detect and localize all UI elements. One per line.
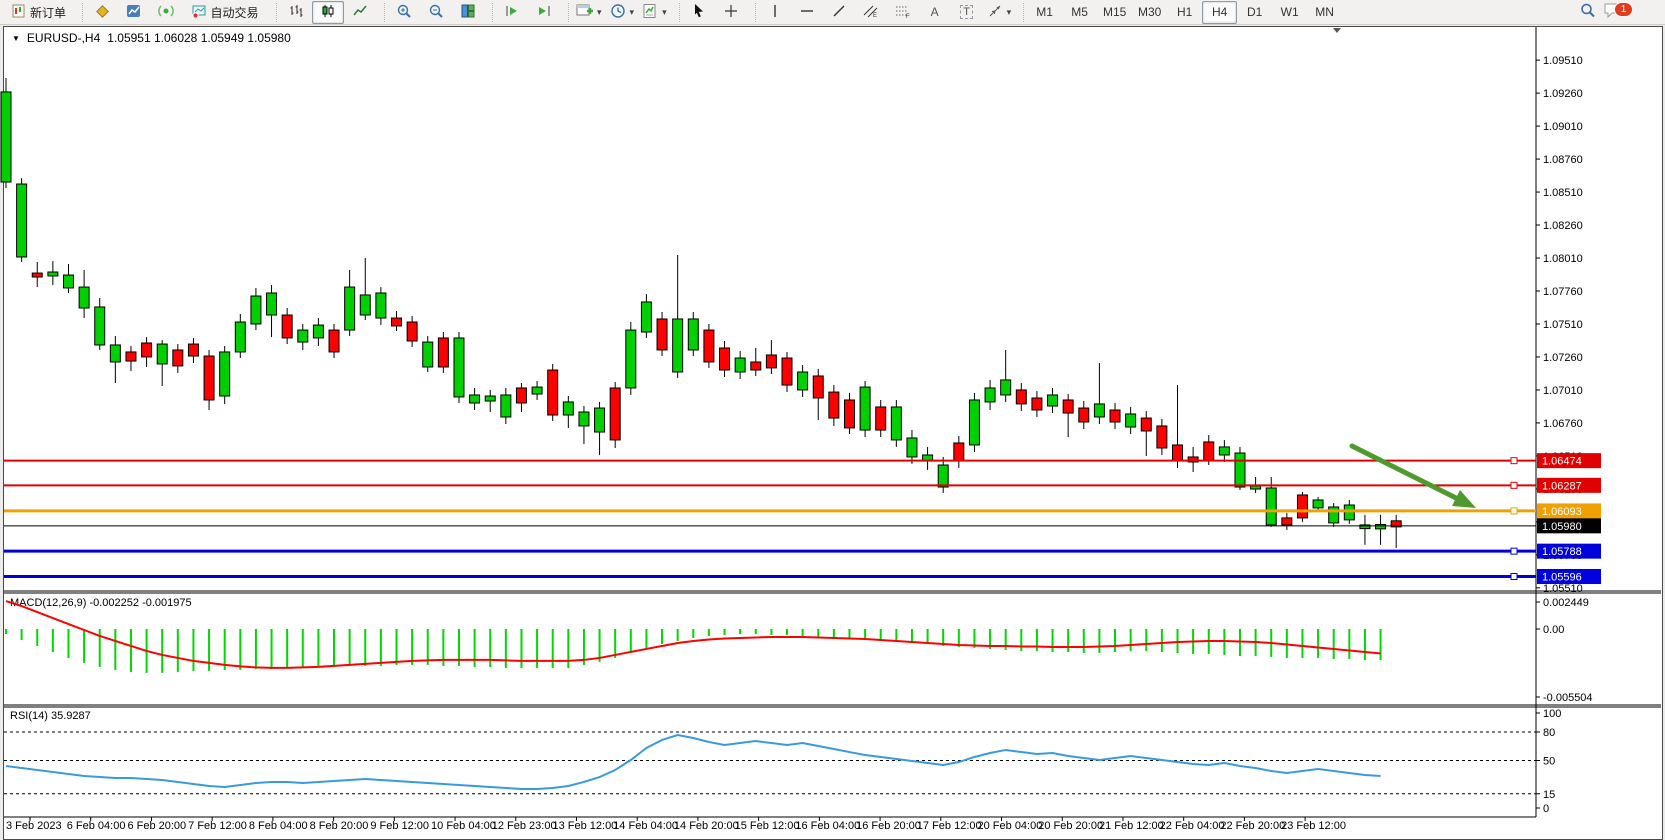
tile-windows-button[interactable] xyxy=(452,1,484,24)
timeframe-button-h1[interactable]: H1 xyxy=(1167,1,1202,24)
signal-icon xyxy=(158,3,174,22)
search-icon xyxy=(1579,2,1596,22)
timeframe-button-mn[interactable]: MN xyxy=(1307,1,1342,24)
gold-diamond-icon xyxy=(94,3,110,22)
autoscroll-button[interactable] xyxy=(496,1,528,24)
toolbar-separator xyxy=(1016,3,1024,22)
candle-chart-mode-button[interactable] xyxy=(312,1,344,24)
chevron-down-icon: ▾ xyxy=(662,7,667,18)
timeframe-button-m5[interactable]: M5 xyxy=(1062,1,1097,24)
indicators-button[interactable]: ▾ xyxy=(638,1,671,24)
fibonacci-icon: F xyxy=(894,3,911,22)
new-order-icon xyxy=(12,3,27,21)
timeframe-button-d1[interactable]: D1 xyxy=(1237,1,1272,24)
timeframe-button-h4[interactable]: H4 xyxy=(1202,1,1237,24)
cursor-tool-button[interactable] xyxy=(683,1,715,24)
fibonacci-tool-button[interactable]: F xyxy=(887,1,919,24)
new-order-label: 新订单 xyxy=(30,4,66,21)
symbol-dropdown-icon[interactable]: ▼ xyxy=(12,34,20,43)
arrows-icon xyxy=(987,3,1003,22)
chart-window xyxy=(3,26,1663,840)
new-chart-icon xyxy=(576,3,593,22)
label-tool-button[interactable]: T xyxy=(951,1,983,24)
chevron-down-icon: ▾ xyxy=(630,7,635,18)
toolbar-separator xyxy=(748,3,756,22)
toolbar-separator xyxy=(672,3,680,22)
arrows-tool-button[interactable]: ▾ xyxy=(983,1,1016,24)
vertical-line-tool-button[interactable] xyxy=(759,1,791,24)
mt4-terminal: { "toolbar": { "new_order": "新订单", "auto… xyxy=(0,0,1665,840)
history-icon xyxy=(126,3,142,22)
channel-tool-button[interactable]: E xyxy=(855,1,887,24)
vertical-line-icon xyxy=(768,3,782,22)
new-order-button[interactable]: 新订单 xyxy=(4,1,74,24)
period-clock-icon xyxy=(610,3,626,22)
main-toolbar: 新订单 自动交易 ▾ xyxy=(0,0,1665,25)
chart-title: ▼ EURUSD-,H4 1.05951 1.06028 1.05949 1.0… xyxy=(12,31,291,45)
crosshair-tool-button[interactable] xyxy=(715,1,747,24)
chat-button[interactable]: 1 xyxy=(1603,1,1637,23)
zoom-out-button[interactable] xyxy=(420,1,452,24)
toolbar-separator xyxy=(561,3,569,22)
timeframe-button-m30[interactable]: M30 xyxy=(1132,1,1167,24)
chart-ohlc: 1.05951 1.06028 1.05949 1.05980 xyxy=(107,31,291,45)
chart-shift-icon xyxy=(536,3,552,22)
chevron-down-icon: ▾ xyxy=(597,7,602,18)
candle-chart-icon xyxy=(320,3,336,22)
horizontal-line-icon xyxy=(799,3,815,22)
autoscroll-icon xyxy=(504,3,520,22)
label-icon: T xyxy=(960,5,973,19)
chart-shift-button[interactable] xyxy=(528,1,560,24)
zoom-in-icon xyxy=(396,3,412,22)
deposit-button[interactable] xyxy=(86,1,118,24)
notification-badge: 1 xyxy=(1614,2,1633,17)
auto-trading-button[interactable]: 自动交易 xyxy=(182,1,268,24)
new-chart-button[interactable]: ▾ xyxy=(572,1,606,24)
horizontal-line-tool-button[interactable] xyxy=(791,1,823,24)
history-button[interactable] xyxy=(118,1,150,24)
toolbar-separator xyxy=(485,3,493,22)
trendline-icon xyxy=(831,3,847,22)
zoom-out-icon xyxy=(428,3,444,22)
toolbar-separator xyxy=(75,3,83,22)
period-button[interactable]: ▾ xyxy=(606,1,639,24)
text-icon: A xyxy=(931,5,939,19)
indicators-icon xyxy=(642,3,658,22)
macd-indicator-label: MACD(12,26,9) -0.002252 -0.001975 xyxy=(10,597,192,609)
timeframe-button-m1[interactable]: M1 xyxy=(1027,1,1062,24)
line-chart-icon xyxy=(352,3,368,22)
channel-icon: E xyxy=(862,3,879,22)
bar-chart-mode-button[interactable] xyxy=(280,1,312,24)
svg-text:E: E xyxy=(873,13,877,19)
signals-button[interactable] xyxy=(150,1,182,24)
crosshair-icon xyxy=(723,3,739,22)
svg-text:F: F xyxy=(906,14,910,19)
toolbar-separator xyxy=(377,3,385,22)
line-chart-mode-button[interactable] xyxy=(344,1,376,24)
trendline-tool-button[interactable] xyxy=(823,1,855,24)
cursor-icon xyxy=(691,3,707,22)
bar-chart-icon xyxy=(288,3,304,22)
tile-windows-icon xyxy=(460,3,476,22)
auto-trading-label: 自动交易 xyxy=(210,4,258,21)
search-button[interactable] xyxy=(1571,1,1603,24)
zoom-in-button[interactable] xyxy=(388,1,420,24)
autotrade-icon xyxy=(191,3,207,22)
toolbar-separator xyxy=(269,3,277,22)
chart-symbol: EURUSD-,H4 xyxy=(27,31,100,45)
timeframe-button-m15[interactable]: M15 xyxy=(1097,1,1132,24)
chevron-down-icon: ▾ xyxy=(1007,7,1012,18)
text-tool-button[interactable]: A xyxy=(919,1,951,24)
rsi-indicator-label: RSI(14) 35.9287 xyxy=(10,710,91,722)
timeframe-button-w1[interactable]: W1 xyxy=(1272,1,1307,24)
